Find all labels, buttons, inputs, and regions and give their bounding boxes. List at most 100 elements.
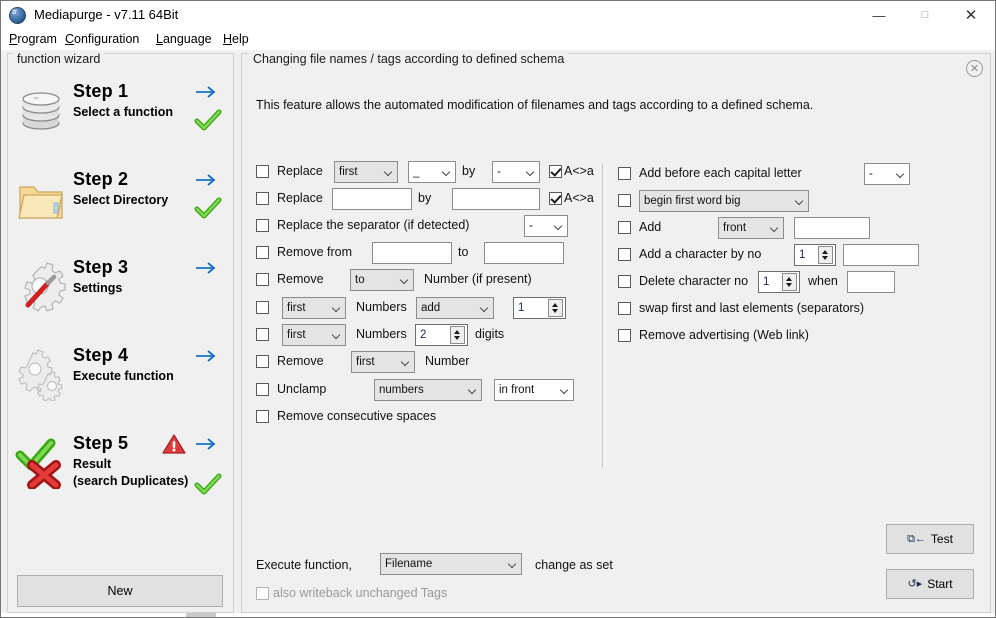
unclamp-row: Unclamp numbers in front bbox=[256, 379, 596, 401]
wizard-step-5-subtitle: Result bbox=[73, 457, 112, 471]
word-case-value: begin first word big bbox=[644, 195, 741, 207]
replace-case-checkbox[interactable] bbox=[549, 165, 562, 178]
delete-character-when-input[interactable] bbox=[847, 271, 895, 293]
delete-character-checkbox[interactable] bbox=[618, 275, 631, 288]
remove-consecutive-spaces-label: Remove consecutive spaces bbox=[277, 409, 437, 423]
word-case-checkbox[interactable] bbox=[618, 194, 631, 207]
wizard-step-4[interactable]: Step 4 Execute function bbox=[9, 343, 224, 419]
remove-range-checkbox[interactable] bbox=[256, 246, 269, 259]
remove-number-mode-select[interactable]: to bbox=[350, 269, 414, 291]
spinner-arrows-icon[interactable] bbox=[818, 246, 833, 264]
start-button[interactable]: ↺▸ Start bbox=[886, 569, 974, 599]
bottom-tab-indicator bbox=[186, 613, 216, 617]
remove-first-number-scope-select[interactable]: first bbox=[351, 351, 415, 373]
spinner-arrows-icon[interactable] bbox=[450, 326, 465, 344]
delete-character-no-spinner[interactable]: 1 bbox=[758, 271, 800, 293]
unclamp-what-select[interactable]: numbers bbox=[374, 379, 482, 401]
arrow-right-icon[interactable] bbox=[194, 435, 218, 453]
numbers-action-select[interactable]: add bbox=[416, 297, 494, 319]
arrow-right-icon[interactable] bbox=[194, 259, 218, 277]
replace-separator-select[interactable]: - bbox=[524, 215, 568, 237]
test-button[interactable]: ⧉← Test bbox=[886, 524, 974, 554]
replace-with-input[interactable] bbox=[452, 188, 540, 210]
writeback-tags-checkbox[interactable] bbox=[256, 587, 269, 600]
add-text-position-select[interactable]: front bbox=[718, 217, 784, 239]
chevron-down-icon bbox=[796, 199, 803, 206]
menu-program[interactable]: Program bbox=[7, 32, 59, 46]
replace-text-case-checkbox[interactable] bbox=[549, 192, 562, 205]
remove-number-mode-value: to bbox=[355, 274, 365, 286]
replace-find-input[interactable] bbox=[332, 188, 412, 210]
add-text-checkbox[interactable] bbox=[618, 221, 631, 234]
new-button[interactable]: New bbox=[17, 575, 223, 607]
unclamp-checkbox[interactable] bbox=[256, 383, 269, 396]
numbers-action-count-spinner[interactable]: 1 bbox=[513, 297, 566, 319]
minimize-button[interactable]: — bbox=[856, 1, 902, 30]
replace-by-label: by bbox=[462, 164, 476, 178]
delete-character-no-value: 1 bbox=[763, 276, 770, 288]
replace-text-by-label: by bbox=[418, 191, 432, 205]
remove-number-checkbox[interactable] bbox=[256, 273, 269, 286]
add-character-input[interactable] bbox=[843, 244, 919, 266]
remove-to-label: to bbox=[458, 245, 469, 259]
replace-case-label: A<>a bbox=[564, 164, 594, 178]
swap-elements-row: swap first and last elements (separators… bbox=[618, 298, 938, 320]
numbers-digits-checkbox[interactable] bbox=[256, 328, 269, 341]
unclamp-where-select[interactable]: in front bbox=[494, 379, 574, 401]
delete-character-label: Delete character no bbox=[639, 274, 749, 288]
close-window-button[interactable]: ✕ bbox=[948, 1, 994, 30]
panel-close-icon[interactable]: ✕ bbox=[966, 60, 983, 77]
add-character-no-value: 1 bbox=[799, 249, 806, 261]
replace-what-value: _ bbox=[413, 166, 420, 178]
execute-target-select[interactable]: Filename bbox=[380, 553, 522, 575]
swap-elements-checkbox[interactable] bbox=[618, 302, 631, 315]
menu-configuration[interactable]: Configuration bbox=[63, 32, 141, 46]
numbers-digits-spinner[interactable]: 2 bbox=[415, 324, 468, 346]
remove-from-input[interactable] bbox=[372, 242, 452, 264]
numbers-action-checkbox[interactable] bbox=[256, 301, 269, 314]
wizard-step-1[interactable]: Step 1 Select a function bbox=[9, 79, 224, 155]
wizard-step-3[interactable]: Step 3 Settings bbox=[9, 255, 224, 331]
maximize-button[interactable]: □ bbox=[902, 1, 948, 30]
arrow-right-icon[interactable] bbox=[194, 347, 218, 365]
remove-to-input[interactable] bbox=[484, 242, 564, 264]
chevron-down-icon bbox=[771, 226, 778, 233]
arrow-right-icon[interactable] bbox=[194, 171, 218, 189]
replace-text-checkbox[interactable] bbox=[256, 192, 269, 205]
menu-configuration-label: onfiguration bbox=[74, 32, 140, 46]
replace-scope-checkbox[interactable] bbox=[256, 165, 269, 178]
add-before-capital-checkbox[interactable] bbox=[618, 167, 631, 180]
replace-with-select[interactable]: - bbox=[492, 161, 540, 183]
add-character-no-spinner[interactable]: 1 bbox=[794, 244, 836, 266]
numbers-action-scope-select[interactable]: first bbox=[282, 297, 346, 319]
wizard-step-5[interactable]: Step 5 Result (search Duplicates) bbox=[9, 431, 224, 507]
spinner-arrows-icon[interactable] bbox=[782, 273, 797, 291]
numbers-digits-scope-select[interactable]: first bbox=[282, 324, 346, 346]
add-text-input[interactable] bbox=[794, 217, 870, 239]
gears-icon bbox=[18, 349, 63, 401]
writeback-tags-label: also writeback unchanged Tags bbox=[273, 586, 448, 600]
remove-first-number-checkbox[interactable] bbox=[256, 355, 269, 368]
warning-icon[interactable] bbox=[162, 433, 186, 455]
menu-help-label: elp bbox=[232, 32, 249, 46]
add-character-checkbox[interactable] bbox=[618, 248, 631, 261]
word-case-select[interactable]: begin first word big bbox=[639, 190, 809, 212]
wizard-step-2[interactable]: Step 2 Select Directory bbox=[9, 167, 224, 243]
numbers-digits-scope-value: first bbox=[287, 329, 306, 341]
remove-consecutive-spaces-checkbox[interactable] bbox=[256, 410, 269, 423]
menu-help[interactable]: Help bbox=[221, 32, 251, 46]
spinner-arrows-icon[interactable] bbox=[548, 299, 563, 317]
remove-advertising-checkbox[interactable] bbox=[618, 329, 631, 342]
numbers-digits-suffix: digits bbox=[475, 327, 505, 341]
menu-bar: Program Configuration Language Help bbox=[1, 30, 995, 50]
add-before-capital-char-select[interactable]: - bbox=[864, 163, 910, 185]
chevron-down-icon bbox=[469, 388, 476, 395]
wizard-step-3-title: Step 3 bbox=[73, 257, 129, 277]
replace-separator-checkbox[interactable] bbox=[256, 219, 269, 232]
replace-what-select[interactable]: _ bbox=[408, 161, 456, 183]
replace-text-row: Replace by A<>a bbox=[256, 188, 596, 210]
menu-language[interactable]: Language bbox=[154, 32, 214, 46]
chevron-down-icon bbox=[555, 224, 562, 231]
arrow-right-icon[interactable] bbox=[194, 83, 218, 101]
replace-scope-select[interactable]: first bbox=[334, 161, 398, 183]
